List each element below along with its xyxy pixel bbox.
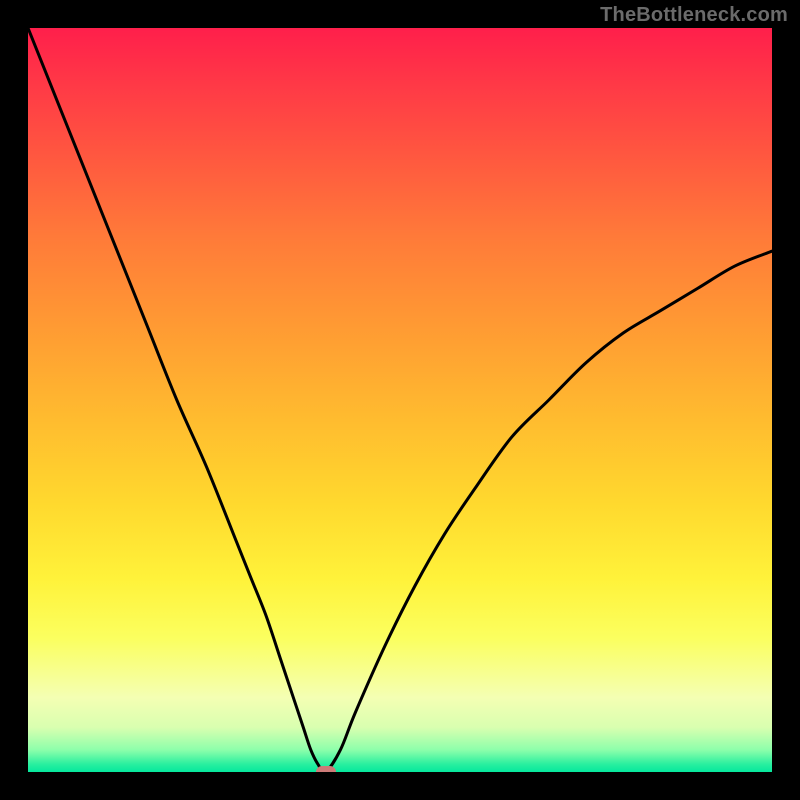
watermark-text: TheBottleneck.com (600, 4, 788, 27)
optimal-point-marker (316, 766, 336, 772)
chart-frame: TheBottleneck.com (0, 0, 800, 800)
plot-area (28, 28, 772, 772)
bottleneck-curve (28, 28, 772, 772)
